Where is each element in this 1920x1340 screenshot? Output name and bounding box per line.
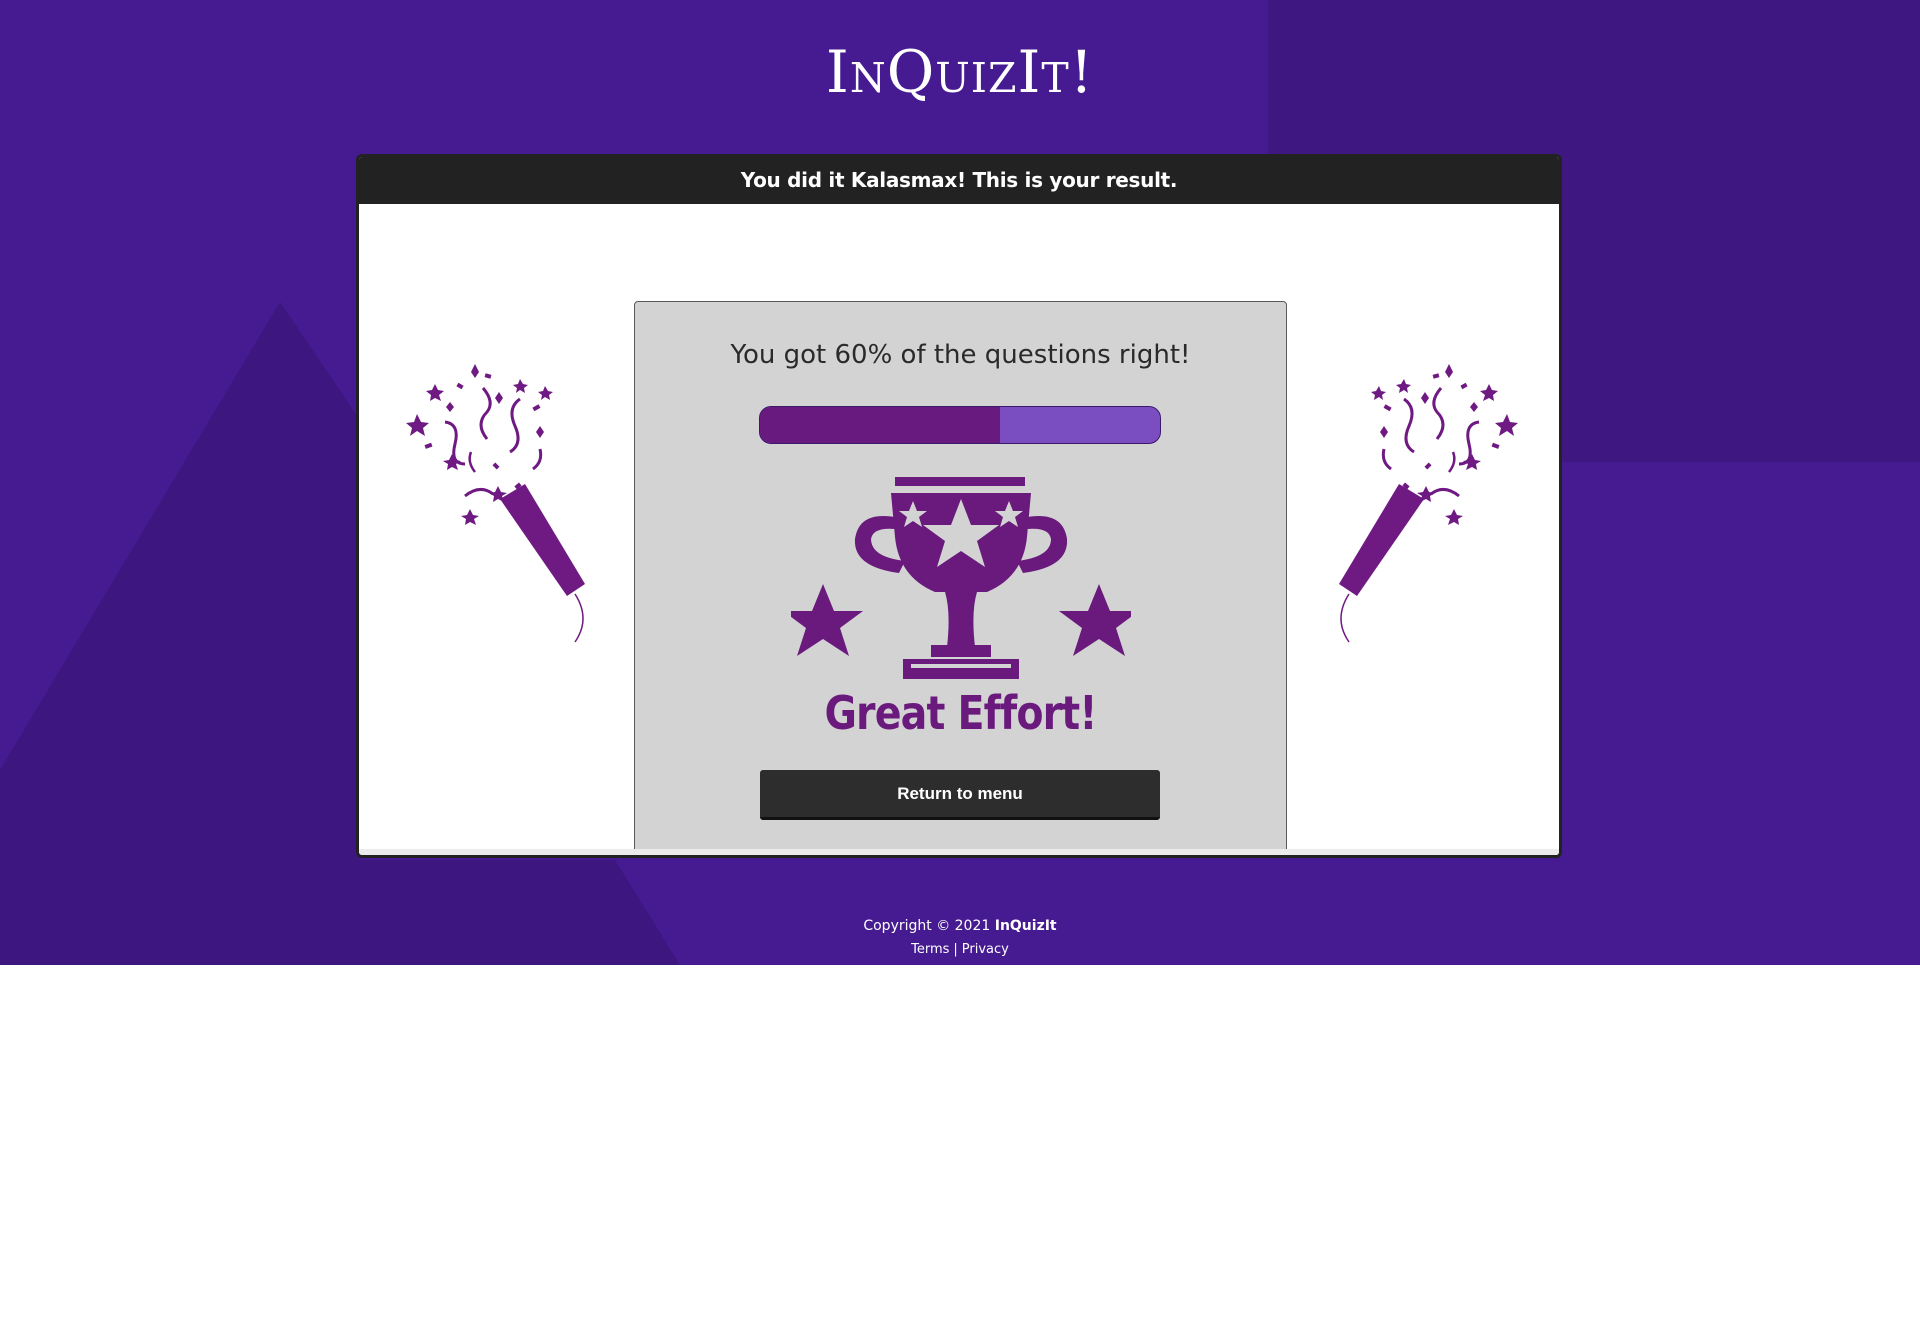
score-text: You got 60% of the questions right! <box>730 340 1191 370</box>
hero-background: InQuizIt! You did it Kalasmax! This is y… <box>0 0 1920 965</box>
party-popper-icon <box>406 364 585 643</box>
result-card-body: You got 60% of the questions right! Grea… <box>359 204 1559 855</box>
return-to-menu-button[interactable]: Return to menu <box>760 770 1160 820</box>
score-progress-bar <box>759 406 1161 444</box>
privacy-link[interactable]: Privacy <box>962 942 1009 957</box>
copyright-line: Copyright © 2021 InQuizIt <box>0 915 1920 937</box>
party-popper-icon <box>1339 364 1518 643</box>
footer-brand: InQuizIt <box>994 918 1057 934</box>
footer-links: Terms | Privacy <box>0 939 1920 961</box>
result-card: You did it Kalasmax! This is your result… <box>356 154 1562 858</box>
terms-link[interactable]: Terms <box>911 942 949 957</box>
app-logo[interactable]: InQuizIt! <box>0 38 1920 106</box>
result-card-header: You did it Kalasmax! This is your result… <box>359 157 1559 204</box>
card-bottom-border <box>359 849 1559 855</box>
footer-link-separator: | <box>953 942 958 957</box>
result-panel: You got 60% of the questions right! Grea… <box>634 301 1287 854</box>
footer: Copyright © 2021 InQuizIt Terms | Privacy <box>0 915 1920 961</box>
badge-text: Great Effort! <box>824 686 1097 740</box>
score-progress-fill <box>760 407 1000 443</box>
copyright-text: Copyright © 2021 <box>863 918 991 934</box>
page-blank-area <box>0 965 1920 1340</box>
